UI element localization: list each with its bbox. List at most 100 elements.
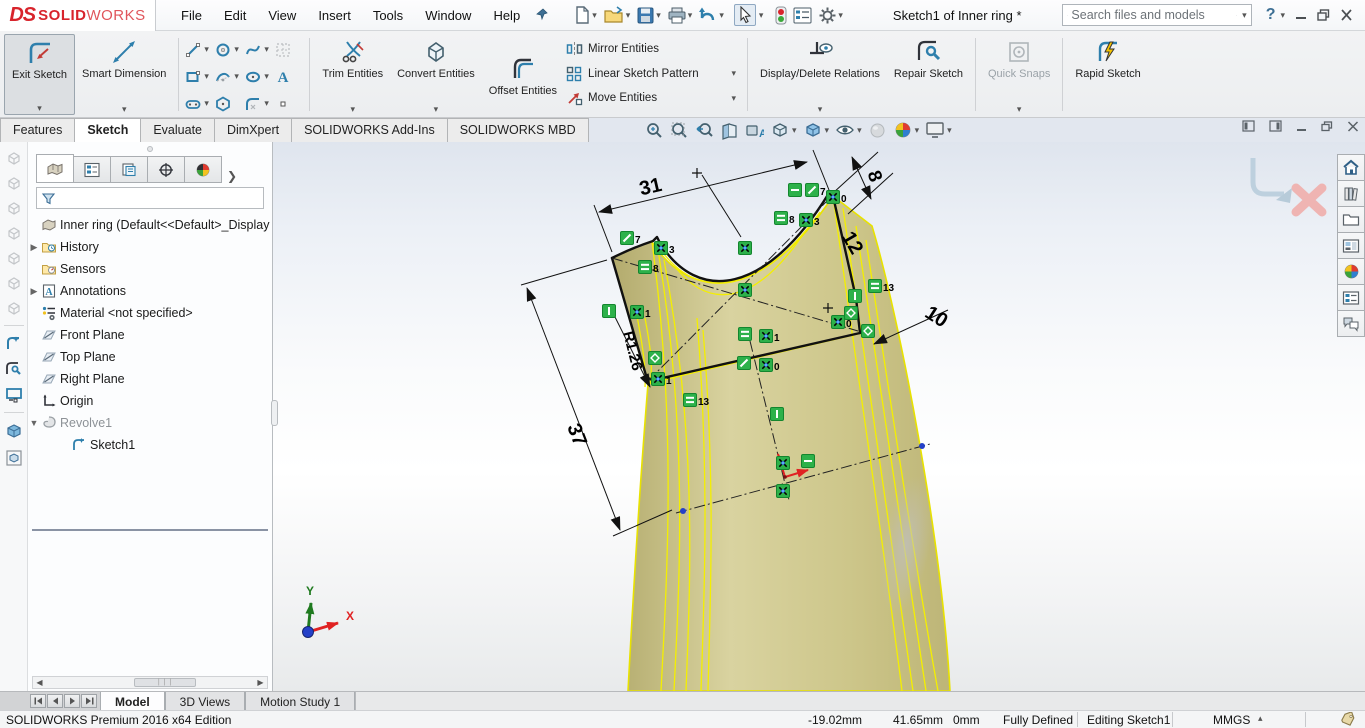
next-document-icon[interactable] [1269, 120, 1282, 132]
view-palette-button[interactable] [1337, 232, 1365, 259]
design-library-button[interactable] [1337, 180, 1365, 207]
panel-grip[interactable] [147, 146, 153, 152]
tab-motion-study-1[interactable]: Motion Study 1 [245, 692, 356, 710]
cancel-sketch-icon[interactable] [1291, 183, 1327, 217]
zoom-to-area-icon[interactable] [670, 121, 689, 140]
relation-badge[interactable]: 7 [805, 183, 827, 199]
units-caret-icon[interactable]: ▴ [1258, 713, 1263, 724]
relation-badge[interactable] [776, 484, 790, 498]
help-dropdown[interactable]: ▾ [1280, 10, 1285, 21]
ring-surface[interactable] [611, 194, 951, 691]
options-button[interactable]: ▾ [816, 4, 845, 27]
doc-close-icon[interactable] [1347, 120, 1359, 132]
relation-badge[interactable] [788, 183, 802, 197]
axis-endpoint[interactable] [680, 508, 686, 514]
repair-sketch-button[interactable]: Repair Sketch [887, 34, 970, 115]
relation-badge[interactable] [738, 241, 752, 255]
menu-file[interactable]: File [170, 2, 213, 29]
view-cube-icon[interactable] [6, 225, 22, 241]
tab-sketch[interactable]: Sketch [74, 118, 142, 142]
new-document-button[interactable]: ▾ [571, 3, 599, 27]
sketch-tool-icon[interactable] [5, 335, 22, 352]
exit-sketch-button[interactable]: Exit Sketch ▾ [4, 34, 76, 115]
relation-badge[interactable] [602, 304, 616, 318]
display-delete-relations-button[interactable]: Display/Delete Relations ▾ [753, 34, 887, 115]
rectangle-tool[interactable]: ▾ [184, 68, 209, 86]
view-cube-icon[interactable] [6, 250, 22, 266]
graphics-viewport[interactable]: Y X 7 0 7 3 8 8 3 1 1 13 1 0 13 0 31 8 12 37 R1.26 10 [273, 142, 1337, 691]
view-cube-icon[interactable] [6, 200, 22, 216]
window-pane-icon[interactable] [5, 387, 23, 403]
mirror-entities-button[interactable]: Mirror Entities [566, 38, 740, 60]
ellipse-tool[interactable]: ▾ [244, 68, 269, 86]
tab-featuremanager-tree[interactable] [36, 154, 74, 183]
tree-root-part[interactable]: Inner ring (Default<<Default>_Display St [28, 214, 272, 236]
print-button[interactable]: ▾ [665, 4, 695, 27]
file-explorer-button[interactable] [1337, 206, 1365, 233]
relation-badge[interactable]: 3 [654, 241, 676, 257]
relation-badge[interactable]: 8 [774, 211, 796, 227]
doc-restore-icon[interactable] [1321, 120, 1333, 132]
dim-31-line[interactable] [598, 160, 808, 214]
fillet-tool[interactable]: ▾ [244, 95, 269, 113]
expand-arrow-icon[interactable]: ▶ [28, 242, 40, 253]
tab-displaymanager[interactable] [184, 156, 222, 183]
tag-icon[interactable] [1340, 711, 1356, 728]
relation-badge[interactable] [738, 283, 752, 297]
relation-badge[interactable] [770, 407, 784, 421]
move-entities-button[interactable]: Move Entities ▾ [566, 87, 740, 109]
search-dropdown[interactable]: ▾ [1242, 10, 1247, 21]
view-cube-icon[interactable] [6, 150, 22, 166]
display-style-icon[interactable]: ▾ [803, 120, 829, 140]
close-button[interactable] [1340, 9, 1353, 21]
panel-horizontal-scrollbar[interactable]: ◀ | | | ▶ [32, 676, 268, 689]
scroll-right-icon[interactable]: ▶ [254, 677, 267, 688]
prev-tab-icon[interactable] [47, 694, 63, 708]
tree-filter-box[interactable] [36, 187, 264, 209]
appearances-scenes-button[interactable] [1337, 258, 1365, 285]
tab-propertymanager[interactable] [73, 156, 111, 183]
help-button[interactable]: ? [1266, 6, 1276, 24]
convert-entities-button[interactable]: Convert Entities ▾ [390, 34, 482, 115]
exit-sketch-corner-icon[interactable] [1250, 158, 1284, 197]
search-scope-icon[interactable] [1066, 9, 1068, 22]
tab-solidworks-add-ins[interactable]: SOLIDWORKS Add-Ins [291, 118, 448, 142]
dim-37-line[interactable] [526, 287, 621, 531]
custom-properties-button[interactable] [1337, 284, 1365, 311]
doc-minimize-icon[interactable] [1296, 121, 1307, 132]
dimension-value[interactable]: 31 [637, 174, 664, 200]
tab-3d-views[interactable]: 3D Views [164, 692, 246, 710]
menu-view[interactable]: View [257, 2, 307, 29]
display-pane-button[interactable] [791, 5, 814, 26]
relation-badge[interactable] [648, 351, 662, 365]
view-orientation-icon[interactable]: ▾ [770, 120, 797, 140]
tab-dimxpertmanager[interactable] [147, 156, 185, 183]
open-document-button[interactable]: ▾ [601, 3, 633, 27]
quick-snaps-button[interactable]: Quick Snaps ▾ [981, 34, 1057, 115]
circle-tool[interactable]: ▾ [214, 41, 239, 59]
linear-sketch-pattern-button[interactable]: Linear Sketch Pattern ▾ [566, 63, 740, 85]
relation-badge[interactable] [861, 324, 875, 338]
restore-button[interactable] [1317, 9, 1330, 21]
collapse-arrow-icon[interactable]: ▼ [28, 418, 40, 428]
pin-menu-icon[interactable] [535, 7, 549, 24]
tab-features[interactable]: Features [0, 118, 76, 142]
minimize-button[interactable] [1295, 9, 1307, 21]
tree-item-sensors[interactable]: Sensors [28, 258, 272, 280]
tree-item-history[interactable]: ▶ History [28, 236, 272, 258]
solidworks-forum-button[interactable] [1337, 310, 1365, 337]
search-input[interactable] [1071, 8, 1233, 22]
section-view-icon[interactable] [720, 121, 739, 140]
zoom-to-fit-icon[interactable] [645, 121, 664, 140]
tree-item-revolve1[interactable]: ▼ Revolve1 [28, 412, 272, 434]
menu-insert[interactable]: Insert [307, 2, 362, 29]
polygon-tool[interactable] [214, 95, 232, 113]
view-settings-icon[interactable]: ▾ [925, 121, 952, 139]
smart-dimension-button[interactable]: Smart Dimension ▾ [75, 34, 173, 115]
sketch-picture-tool[interactable] [274, 41, 292, 59]
previous-view-icon[interactable] [695, 121, 714, 140]
repair-tool-icon[interactable] [5, 361, 22, 378]
relation-badge[interactable] [801, 454, 815, 468]
home-tab-button[interactable] [1337, 154, 1365, 181]
relation-badge[interactable] [738, 327, 752, 341]
